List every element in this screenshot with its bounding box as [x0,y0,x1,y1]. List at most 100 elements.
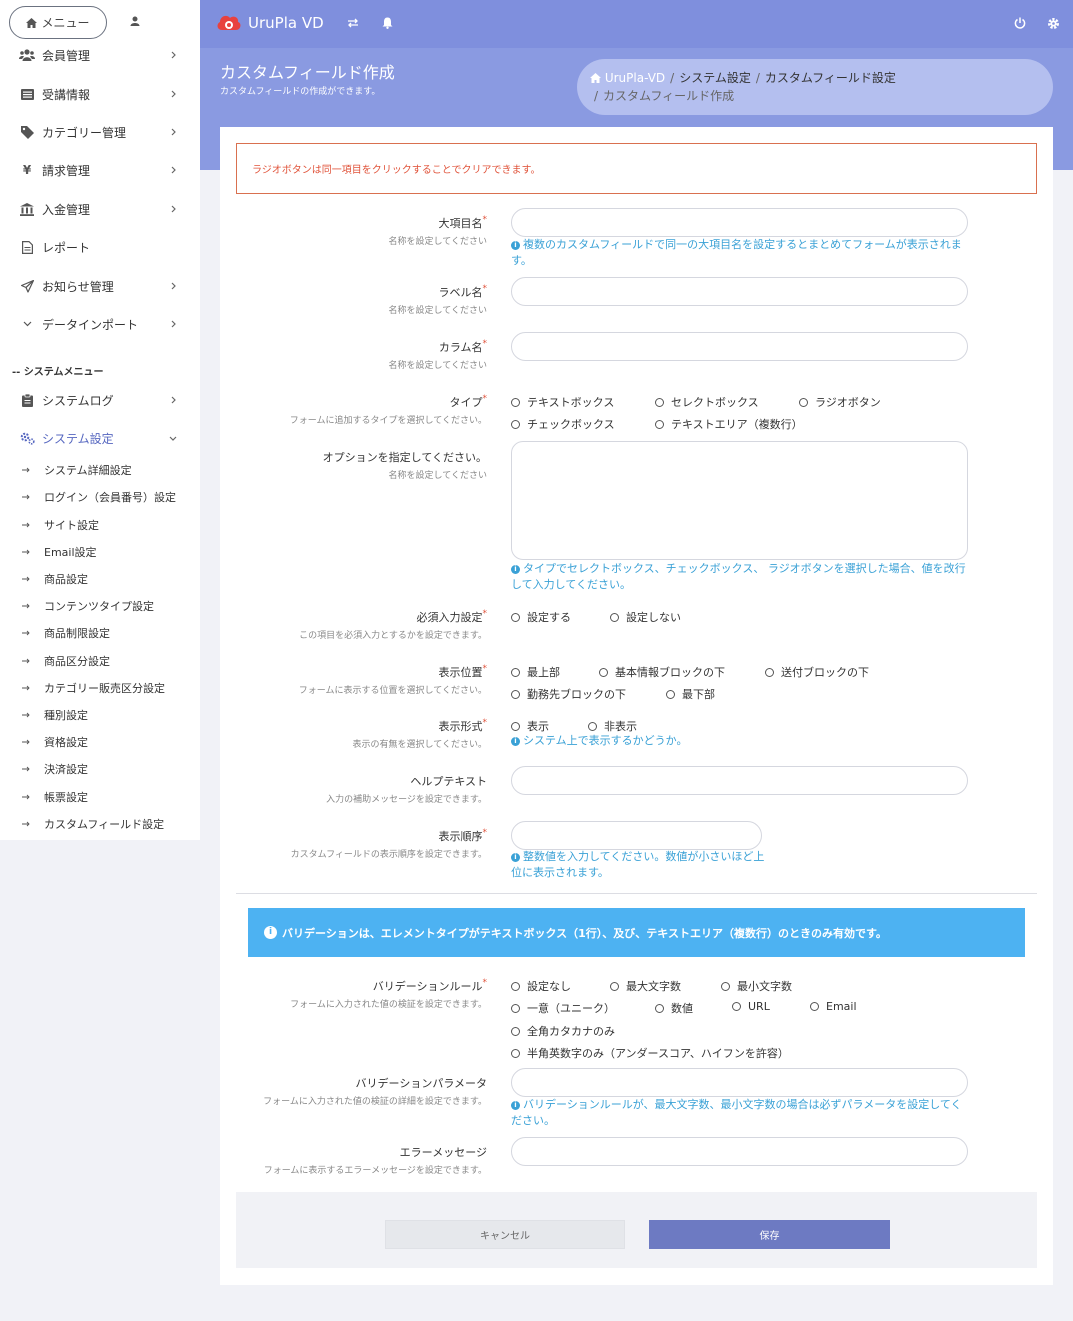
position-radio-bottom[interactable]: 最下部 [666,686,715,702]
sidebar-item-system-settings[interactable]: システム設定 [0,423,200,453]
sidebar-subitem[interactable]: 資格設定 [0,731,200,753]
sidebar-subitem-label: 決済設定 [44,763,88,776]
info-icon: i [511,853,520,862]
position-radio-basic-info[interactable]: 基本情報ブロックの下 [599,664,725,680]
error-message-desc: フォームに表示するエラーメッセージを設定できます。 [263,1166,487,1176]
swap-icon[interactable] [345,15,361,31]
sidebar-item-notices[interactable]: お知らせ管理 [0,271,200,301]
form-footer: キャンセル 保存 [236,1192,1037,1268]
validation-radio-none[interactable]: 設定なし [511,978,571,994]
options-textarea[interactable] [511,441,968,560]
arrow-right-icon [22,738,32,746]
validation-radio-max-length[interactable]: 最大文字数 [610,978,681,994]
section-divider [236,893,1037,894]
validation-radio-katakana[interactable]: 全角カタカナのみ [511,1023,615,1039]
major-item-help: i 複数のカスタムフィールドで同一の大項目名を設定するとまとめてフォームが表示され… [511,237,971,269]
sidebar-item-label: 会員管理 [42,48,91,63]
radio-circle [511,667,520,677]
sidebar-subitem-label: 帳票設定 [44,791,88,804]
validation-rule-desc: フォームに入力された値の検証を設定できます。 [290,1000,487,1010]
validation-radio-url[interactable]: URL [732,1000,770,1013]
sidebar-subitem[interactable]: システム詳細設定 [0,459,200,481]
sidebar-subitem[interactable]: 商品設定 [0,568,200,590]
sidebar-item-reports[interactable]: レポート [0,232,200,262]
radio-label: 基本情報ブロックの下 [615,666,725,679]
label-name-label: ラベル名* [439,284,488,300]
sidebar-subitem[interactable]: カスタムフィールド設定 [0,813,200,835]
sidebar-subitem[interactable]: Email設定 [0,541,200,563]
radio-circle [799,397,808,407]
validation-radio-alphanumeric[interactable]: 半角英数字のみ（アンダースコア、ハイフンを許容） [511,1045,789,1061]
major-item-desc: 名称を設定してください [388,237,487,247]
type-radio-textarea[interactable]: テキストエリア（複数行） [655,416,803,432]
validation-radio-unique[interactable]: 一意（ユニーク） [511,1000,615,1016]
sidebar-item-payments[interactable]: 入金管理 [0,194,200,224]
position-radio-workplace[interactable]: 勤務先ブロックの下 [511,686,626,702]
radio-label: 一意（ユニーク） [527,1002,615,1015]
chevron-right-icon [168,50,178,60]
validation-param-desc: フォームに入力された値の検証の詳細を設定できます。 [263,1097,487,1107]
file-icon [19,239,35,255]
type-radio-selectbox[interactable]: セレクトボックス [655,394,759,410]
major-item-label: 大項目名* [439,215,488,231]
validation-param-input[interactable] [511,1068,968,1097]
sidebar-subitem-label: 商品設定 [44,573,88,586]
sidebar-item-data-import[interactable]: データインポート [0,309,200,339]
type-radio-textbox[interactable]: テキストボックス [511,394,614,410]
sidebar-subitem[interactable]: 種別設定 [0,704,200,726]
help-text-input[interactable] [511,766,968,795]
display-radio-hide[interactable]: 非表示 [588,718,637,734]
order-input[interactable] [511,821,762,850]
type-radio-checkbox[interactable]: チェックボックス [511,416,615,432]
validation-param-label: バリデーションパラメータ [355,1077,487,1090]
power-icon[interactable] [1012,15,1028,31]
sidebar-subitem[interactable]: コンテンツタイプ設定 [0,595,200,617]
validation-radio-email[interactable]: Email [810,1000,857,1013]
arrow-right-icon [22,602,32,610]
radio-circle [666,689,675,699]
breadcrumb-separator: / [670,71,675,85]
column-name-desc: 名称を設定してください [388,361,487,371]
sidebar-subitem[interactable]: 商品区分設定 [0,650,200,672]
gear-icon[interactable] [1045,15,1061,31]
chevron-right-icon [168,89,178,99]
radio-label: 勤務先ブロックの下 [527,688,626,701]
sidebar-subitem[interactable]: カテゴリー販売区分設定 [0,677,200,699]
sidebar-item-members[interactable]: 会員管理 [0,40,200,70]
sidebar-subitem[interactable]: 帳票設定 [0,786,200,808]
type-radio-radiobutton[interactable]: ラジオボタン [799,394,881,410]
position-radio-shipping[interactable]: 送付ブロックの下 [765,664,869,680]
major-item-input[interactable] [511,208,968,237]
cancel-button[interactable]: キャンセル [385,1220,625,1249]
error-message-input[interactable] [511,1137,968,1166]
bell-icon[interactable] [379,15,395,31]
menu-button[interactable]: メニュー [9,6,107,39]
sidebar-item-system-log[interactable]: システムログ [0,385,200,415]
breadcrumb: UruPla-VD / システム設定 / カスタムフィールド設定 / カスタムフィールド作… [577,59,1053,115]
chevron-right-icon [168,395,178,405]
field-label-text: タイプ [449,396,483,409]
radio-label: 非表示 [604,720,637,733]
sidebar-subitem[interactable]: 商品制限設定 [0,622,200,644]
sidebar-item-categories[interactable]: カテゴリー管理 [0,117,200,147]
breadcrumb-home[interactable]: UruPla-VD [605,71,665,85]
sidebar-subitem[interactable]: ログイン（会員番号）設定 [0,486,200,508]
breadcrumb-system-settings[interactable]: システム設定 [679,71,751,85]
save-button[interactable]: 保存 [649,1220,890,1249]
required-radio-yes[interactable]: 設定する [511,609,571,625]
breadcrumb-custom-field-settings[interactable]: カスタムフィールド設定 [765,71,896,85]
users-icon [19,47,35,63]
required-radio-no[interactable]: 設定しない [610,609,681,625]
validation-radio-min-length[interactable]: 最小文字数 [721,978,792,994]
position-radio-top[interactable]: 最上部 [511,664,560,680]
user-icon[interactable] [126,12,144,30]
label-name-input[interactable] [511,277,968,306]
column-name-input[interactable] [511,332,968,361]
sidebar-subitem[interactable]: サイト設定 [0,514,200,536]
display-radio-show[interactable]: 表示 [511,718,549,734]
sidebar-subitem-label: 資格設定 [44,736,88,749]
validation-radio-numeric[interactable]: 数値 [655,1000,693,1016]
sidebar-item-billing[interactable]: ¥ 請求管理 [0,155,200,185]
sidebar-item-courses[interactable]: 受講情報 [0,79,200,109]
sidebar-subitem[interactable]: 決済設定 [0,758,200,780]
